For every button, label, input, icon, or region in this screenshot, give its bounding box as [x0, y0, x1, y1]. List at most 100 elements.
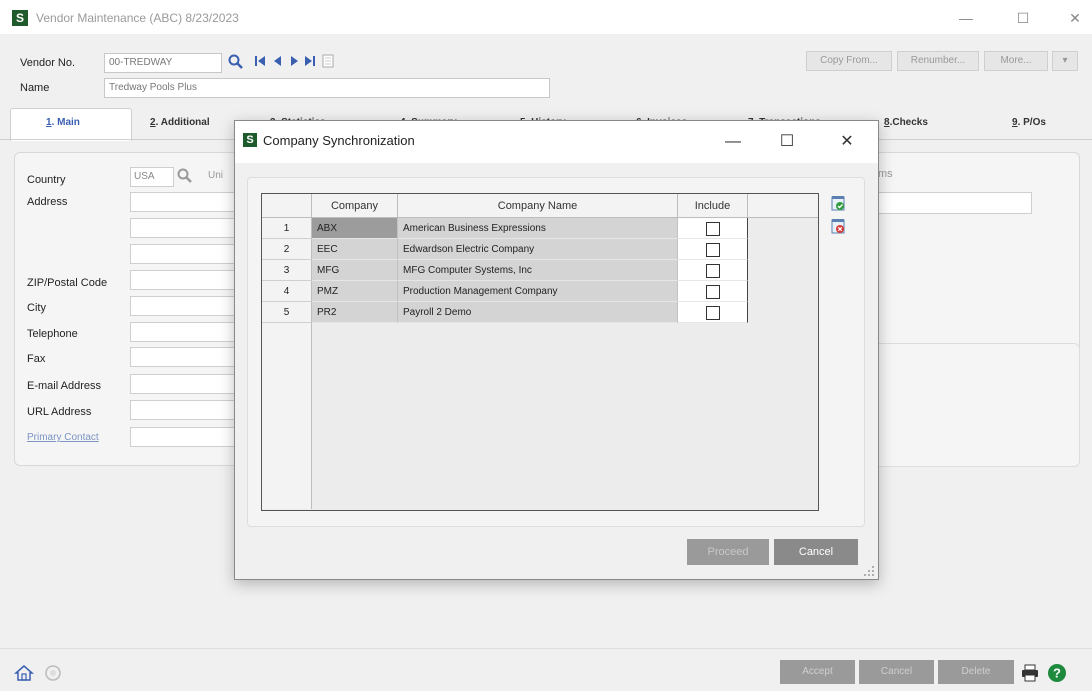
row-number: 3: [262, 260, 312, 281]
dialog-app-icon: S: [243, 133, 257, 147]
telephone-input[interactable]: [130, 322, 240, 342]
more-button[interactable]: More...: [984, 51, 1048, 71]
company-code-cell[interactable]: MFG: [312, 260, 398, 281]
zip-label: ZIP/Postal Code: [27, 277, 108, 289]
dialog-close-button[interactable]: ✕: [827, 129, 867, 155]
company-name-cell[interactable]: MFG Computer Systems, Inc: [398, 260, 678, 281]
home-icon[interactable]: [14, 664, 34, 685]
renumber-button[interactable]: Renumber...: [897, 51, 979, 71]
right-group: [864, 152, 1078, 332]
address-label: Address: [27, 196, 68, 208]
row-number: 1: [262, 218, 312, 239]
clear-all-icon[interactable]: [831, 218, 845, 237]
url-input[interactable]: [130, 400, 240, 420]
company-name-cell[interactable]: Payroll 2 Demo: [398, 302, 678, 323]
fax-input[interactable]: [130, 347, 240, 367]
accept-button[interactable]: Accept: [780, 660, 855, 684]
include-checkbox[interactable]: [705, 264, 720, 278]
company-code-cell[interactable]: PMZ: [312, 281, 398, 302]
tab-additional[interactable]: 2. Additional: [150, 110, 210, 136]
include-checkbox[interactable]: [705, 285, 720, 299]
name-label: Name: [20, 82, 50, 94]
close-button[interactable]: ✕: [1055, 6, 1092, 30]
address-line-1-input[interactable]: [130, 192, 240, 212]
dialog-maximize-button[interactable]: ☐: [767, 129, 807, 155]
row-header-empty-area: [262, 323, 312, 509]
minimize-button[interactable]: —: [946, 6, 986, 30]
row-number: 2: [262, 239, 312, 260]
sage-app-icon: S: [12, 10, 28, 26]
name-input[interactable]: Tredway Pools Plus: [104, 78, 550, 98]
company-name-cell[interactable]: Production Management Company: [398, 281, 678, 302]
row-number: 4: [262, 281, 312, 302]
include-cell[interactable]: [678, 302, 748, 323]
include-checkbox[interactable]: [705, 306, 720, 320]
telephone-label: Telephone: [27, 328, 78, 340]
country-lookup-icon[interactable]: [177, 168, 193, 187]
company-name-cell[interactable]: Edwardson Electric Company: [398, 239, 678, 260]
dialog-cancel-button[interactable]: Cancel: [774, 539, 858, 565]
company-grid[interactable]: Company Company Name Include 1 ABX Ameri…: [261, 193, 819, 511]
printer-icon[interactable]: [1020, 664, 1040, 685]
zip-input[interactable]: [130, 270, 240, 290]
last-record-icon[interactable]: [304, 55, 316, 70]
help-icon[interactable]: ?: [1047, 663, 1067, 686]
previous-record-icon[interactable]: [272, 55, 284, 70]
column-header-include[interactable]: Include: [678, 194, 748, 218]
proceed-button[interactable]: Proceed: [687, 539, 769, 565]
window-title: Vendor Maintenance (ABC) 8/23/2023: [36, 11, 239, 25]
grid-corner: [262, 194, 312, 218]
row-number: 5: [262, 302, 312, 323]
resize-grip-icon[interactable]: [863, 565, 875, 580]
column-header-company-name[interactable]: Company Name: [398, 194, 678, 218]
include-cell[interactable]: [678, 281, 748, 302]
country-label: Country: [27, 174, 66, 186]
dialog-minimize-button[interactable]: —: [713, 129, 753, 155]
delete-button[interactable]: Delete: [938, 660, 1014, 684]
footer-cancel-button[interactable]: Cancel: [859, 660, 934, 684]
svg-text:?: ?: [1053, 666, 1061, 681]
tab-checks[interactable]: 8.Checks: [884, 110, 928, 136]
fax-label: Fax: [27, 353, 46, 365]
vendor-no-label: Vendor No.: [20, 57, 76, 69]
country-description: Uni: [208, 170, 224, 181]
vendor-no-input[interactable]: 00-TREDWAY: [104, 53, 222, 73]
include-checkbox[interactable]: [705, 243, 720, 257]
right-text-field[interactable]: [864, 192, 1032, 214]
company-name-cell[interactable]: American Business Expressions: [398, 218, 678, 239]
primary-contact-input[interactable]: [130, 427, 240, 447]
company-code-cell[interactable]: PR2: [312, 302, 398, 323]
address-line-3-input[interactable]: [130, 244, 240, 264]
notes-icon[interactable]: [322, 54, 334, 71]
company-code-cell[interactable]: EEC: [312, 239, 398, 260]
dialog-title: Company Synchronization: [263, 133, 415, 148]
email-input[interactable]: [130, 374, 240, 394]
right-lower-group: [864, 343, 1080, 467]
copy-from-button[interactable]: Copy From...: [806, 51, 892, 71]
email-label: E-mail Address: [27, 380, 101, 392]
footer-divider: [0, 648, 1092, 649]
lookup-search-icon[interactable]: [228, 54, 244, 73]
next-record-icon[interactable]: [288, 55, 300, 70]
url-label: URL Address: [27, 406, 92, 418]
tab-pos[interactable]: 9. P/Os: [1012, 110, 1046, 136]
include-cell[interactable]: [678, 218, 748, 239]
more-dropdown-button[interactable]: ▾: [1052, 51, 1078, 71]
city-input[interactable]: [130, 296, 240, 316]
maximize-button[interactable]: ☐: [1003, 6, 1043, 30]
city-label: City: [27, 302, 46, 314]
company-sync-dialog: S Company Synchronization — ☐ ✕ Company …: [234, 120, 879, 580]
column-header-company[interactable]: Company: [312, 194, 398, 218]
company-code-cell[interactable]: ABX: [312, 218, 398, 239]
tab-main[interactable]: 1. Main: [46, 110, 80, 136]
address-line-2-input[interactable]: [130, 218, 240, 238]
country-input[interactable]: USA: [130, 167, 174, 187]
right-field-label: ms: [878, 168, 893, 180]
primary-contact-link[interactable]: Primary Contact: [27, 432, 99, 443]
include-cell[interactable]: [678, 260, 748, 281]
include-checkbox[interactable]: [705, 222, 720, 236]
select-all-icon[interactable]: [831, 195, 845, 214]
help-disabled-icon[interactable]: [44, 664, 62, 685]
first-record-icon[interactable]: [254, 55, 266, 70]
include-cell[interactable]: [678, 239, 748, 260]
